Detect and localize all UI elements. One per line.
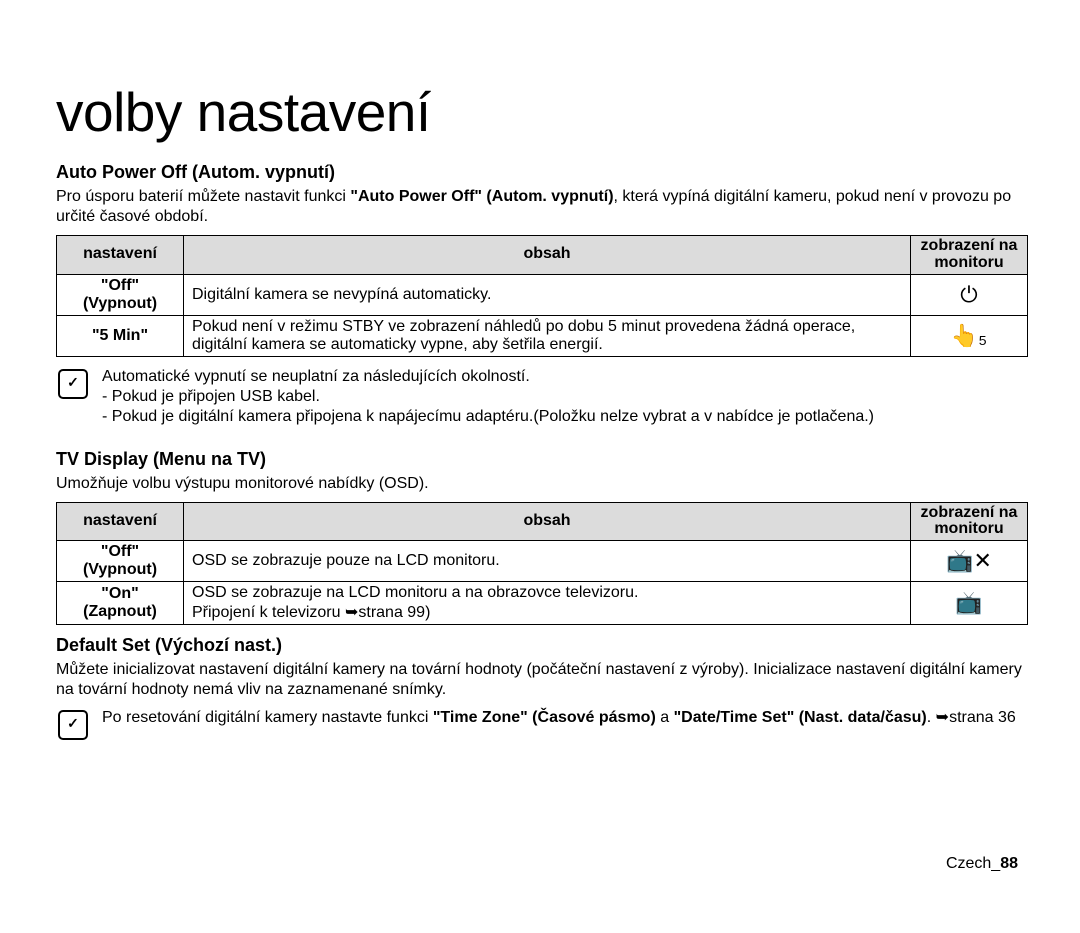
page-footer: Czech_88 [946, 855, 1018, 873]
section3-note-b2: "Date/Time Set" (Nast. data/času) [674, 709, 927, 726]
table-row: "Off" (Vypnout) Digitální kamera se nevy… [57, 274, 1028, 315]
note-badge-icon: ✓ [58, 710, 88, 740]
section2-r0-desc: OSD se zobrazuje pouze na LCD monitoru. [184, 541, 911, 582]
section1-th1: nastavení [57, 236, 184, 275]
table-row: "Off" (Vypnout) OSD se zobrazuje pouze n… [57, 541, 1028, 582]
section1-paragraph: Pro úsporu baterií můžete nastavit funkc… [56, 187, 1028, 227]
table-row: "On" (Zapnout) OSD se zobrazuje na LCD m… [57, 582, 1028, 625]
section3-paragraph: Můžete inicializovat nastavení digitální… [56, 660, 1028, 700]
section3-note-c: . ➥strana 36 [927, 709, 1016, 726]
power-off-auto-icon: ⏻ [911, 274, 1028, 315]
section1-th3: zobrazení na monitoru [911, 236, 1028, 275]
footer-sep: _ [991, 855, 1000, 872]
section2-table: nastavení obsah zobrazení na monitoru "O… [56, 502, 1028, 626]
tv-on-icon: 📺 [911, 582, 1028, 625]
section2-th1: nastavení [57, 502, 184, 541]
section1-table: nastavení obsah zobrazení na monitoru "O… [56, 235, 1028, 357]
section2-r1-setting: "On" (Zapnout) [57, 582, 184, 625]
section2-header-row: nastavení obsah zobrazení na monitoru [57, 502, 1028, 541]
section1-heading: Auto Power Off (Autom. vypnutí) [56, 162, 1028, 183]
section3-note: ✓ Po resetování digitální kamery nastavt… [58, 708, 1028, 740]
section1-para-a: Pro úsporu baterií můžete nastavit funkc… [56, 188, 350, 205]
section3-note-a: Po resetování digitální kamery nastavte … [102, 709, 433, 726]
section3-note-b1: "Time Zone" (Časové pásmo) [433, 709, 656, 726]
section1-r1-setting: "5 Min" [57, 315, 184, 356]
note-badge-icon: ✓ [58, 369, 88, 399]
table-row: "5 Min" Pokud není v režimu STBY ve zobr… [57, 315, 1028, 356]
section3-heading: Default Set (Výchozí nast.) [56, 635, 1028, 656]
section1-note-text: Automatické vypnutí se neuplatní za násl… [102, 367, 1028, 427]
section2-r0-setting: "Off" (Vypnout) [57, 541, 184, 582]
section2-th3: zobrazení na monitoru [911, 502, 1028, 541]
section3-note-text: Po resetování digitální kamery nastavte … [102, 708, 1028, 728]
section1-th2: obsah [184, 236, 911, 275]
section2-th2: obsah [184, 502, 911, 541]
section1-header-row: nastavení obsah zobrazení na monitoru [57, 236, 1028, 275]
footer-page: 88 [1000, 855, 1018, 872]
section1-r1-desc: Pokud není v režimu STBY ve zobrazení ná… [184, 315, 911, 356]
section2-paragraph: Umožňuje volbu výstupu monitorové nabídk… [56, 474, 1028, 494]
section2-r1-desc: OSD se zobrazuje na LCD monitoru a na ob… [184, 582, 911, 625]
footer-lang: Czech [946, 855, 991, 872]
page-title: volby nastavení [56, 80, 1028, 144]
section1-para-bold: "Auto Power Off" (Autom. vypnutí) [350, 188, 613, 205]
section1-r0-desc: Digitální kamera se nevypíná automaticky… [184, 274, 911, 315]
section1-r0-setting: "Off" (Vypnout) [57, 274, 184, 315]
section3-note-mid: a [656, 709, 674, 726]
section1-note: ✓ Automatické vypnutí se neuplatní za ná… [58, 367, 1028, 427]
section2-heading: TV Display (Menu na TV) [56, 449, 1028, 470]
power-off-5min-icon: 👆₅ [911, 315, 1028, 356]
tv-off-icon: 📺✕ [911, 541, 1028, 582]
